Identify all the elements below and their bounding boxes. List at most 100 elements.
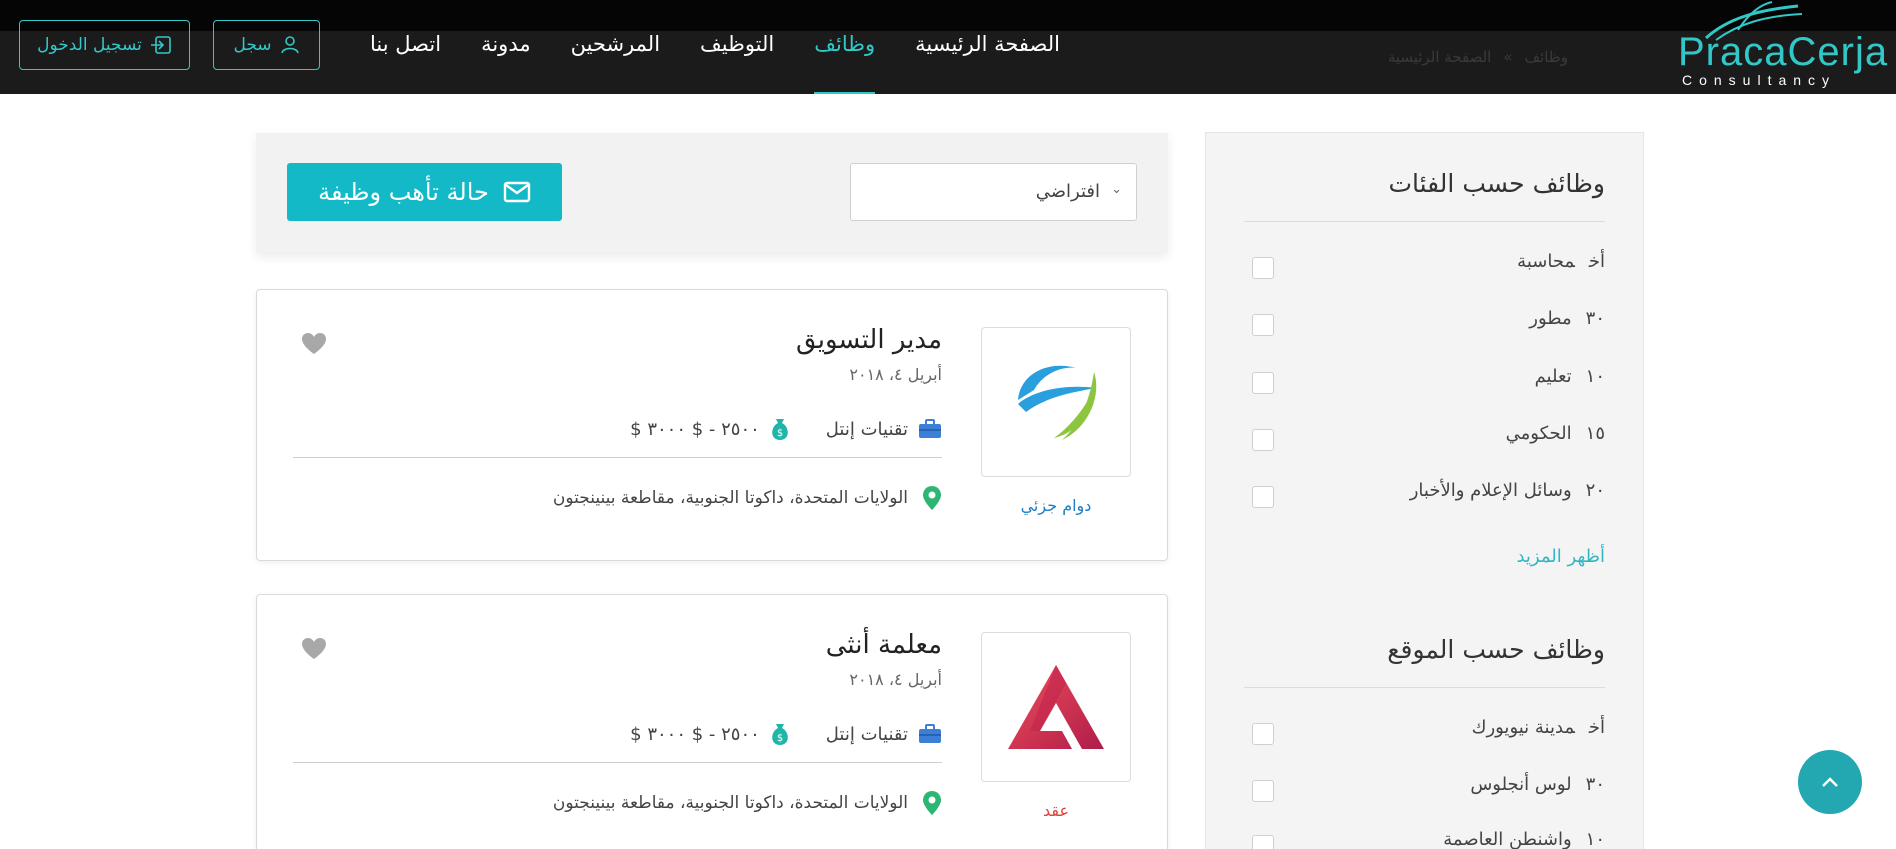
chevron-up-icon [1822, 777, 1838, 787]
category-checkbox[interactable] [1252, 257, 1274, 279]
job-type-label: دوام جزئي [1020, 496, 1092, 515]
divider [293, 762, 942, 763]
category-item[interactable]: ١٥ الحكومي [1244, 423, 1605, 453]
envelope-icon [503, 181, 531, 203]
money-bag-icon: $ [772, 724, 788, 745]
breadcrumb-separator: » [1503, 48, 1513, 66]
filter-sidebar: وظائف حسب الفئات أخ محاسبة ٣٠ مطور ١٠ تعليم… [1205, 132, 1644, 849]
location-label: مدينة نيويورك [1471, 717, 1575, 738]
category-label: مطور [1529, 308, 1572, 329]
company-name: تقنيات إنتل [825, 723, 908, 745]
category-item[interactable]: ٣٠ مطور [1244, 308, 1605, 338]
location-title: وظائف حسب الموقع [1387, 635, 1605, 664]
job-card[interactable]: دوام جزئي مدير التسويق أبريل ٤، ٢٠١٨ تقن… [256, 289, 1168, 561]
briefcase-icon [919, 419, 941, 438]
sort-value: افتراضي [1035, 181, 1100, 202]
job-date: أبريل ٤، ٢٠١٨ [849, 670, 942, 689]
category-label: الحكومي [1505, 423, 1572, 444]
location-count: ١٠ [1585, 829, 1605, 849]
location-label: لوس أنجلوس [1470, 774, 1572, 795]
location-text: الولايات المتحدة، داكوتا الجنوبية، مقاطع… [552, 488, 908, 508]
company-logo[interactable] [981, 327, 1131, 477]
location-text: الولايات المتحدة، داكوتا الجنوبية، مقاطع… [552, 793, 908, 813]
map-pin-icon [923, 486, 941, 510]
login-button[interactable]: تسجيل الدخول [19, 20, 190, 70]
job-title[interactable]: معلمة أنثى [826, 630, 942, 660]
category-label: وسائل الإعلام والأخبار [1409, 480, 1572, 501]
category-count: ٣٠ [1585, 308, 1605, 329]
salary-range: $ ٢٥٠٠ - $ ٣٠٠٠ [630, 418, 760, 440]
scroll-to-top-button[interactable] [1798, 750, 1862, 814]
nav-item-blog[interactable]: مدونة [461, 32, 551, 56]
site-header: وظائف » الصفحة الرئيسية PracaCerja Consult… [0, 0, 1896, 94]
category-count: أخ [1588, 251, 1605, 272]
category-count: ٢٠ [1585, 480, 1605, 501]
category-item[interactable]: ٢٠ وسائل الإعلام والأخبار [1244, 480, 1605, 510]
location-label: واشنطن العاصمة [1443, 829, 1572, 849]
show-more-link[interactable]: أظهر المزيد [1516, 546, 1605, 567]
category-count: ١٠ [1585, 366, 1605, 387]
job-title[interactable]: مدير التسويق [796, 325, 942, 355]
location-item[interactable]: ١٠ واشنطن العاصمة [1244, 829, 1605, 849]
category-item[interactable]: ١٠ تعليم [1244, 366, 1605, 396]
main-nav: الصفحة الرئيسية وظائف التوظيف المرشحين م… [350, 0, 1080, 94]
nav-item-recruitment[interactable]: التوظيف [680, 32, 794, 56]
location-count: أخ [1588, 717, 1605, 738]
nav-item-home[interactable]: الصفحة الرئيسية [895, 32, 1080, 56]
location-checkbox[interactable] [1252, 780, 1274, 802]
job-meta: تقنيات إنتل $ $ ٢٥٠٠ - $ ٣٠٠٠ [630, 721, 942, 747]
brand-tagline: Consultancy [1682, 72, 1837, 88]
category-checkbox[interactable] [1252, 314, 1274, 336]
job-type-label: عقد [1042, 801, 1070, 820]
sort-select[interactable]: افتراضي ⌄ [850, 163, 1137, 221]
location-item[interactable]: ٣٠ لوس أنجلوس [1244, 774, 1605, 804]
category-label: محاسبة [1517, 251, 1575, 272]
divider [293, 457, 942, 458]
location-item[interactable]: أخ مدينة نيويورك [1244, 717, 1605, 747]
job-alert-button[interactable]: حالة تأهب وظيفة [287, 163, 562, 221]
category-checkbox[interactable] [1252, 486, 1274, 508]
breadcrumb: وظائف » الصفحة الرئيسية [1382, 48, 1574, 66]
breadcrumb-home[interactable]: الصفحة الرئيسية [1388, 48, 1492, 66]
location-checkbox[interactable] [1252, 723, 1274, 745]
job-date: أبريل ٤، ٢٠١٨ [849, 365, 942, 384]
map-pin-icon [923, 791, 941, 815]
chevron-down-icon: ⌄ [1111, 182, 1122, 197]
job-location: الولايات المتحدة، داكوتا الجنوبية، مقاطع… [553, 485, 942, 511]
brand-logo[interactable]: PracaCerja Consultancy [1678, 0, 1887, 94]
nav-item-jobs[interactable]: وظائف [794, 32, 895, 94]
triangle-logo-icon [1008, 665, 1104, 749]
category-checkbox[interactable] [1252, 429, 1274, 451]
briefcase-icon [919, 724, 941, 743]
heart-icon[interactable] [301, 637, 327, 661]
category-count: ١٥ [1585, 423, 1605, 444]
company-logo[interactable] [981, 632, 1131, 782]
job-location: الولايات المتحدة، داكوتا الجنوبية، مقاطع… [553, 790, 942, 816]
job-meta: تقنيات إنتل $ $ ٢٥٠٠ - $ ٣٠٠٠ [630, 416, 942, 442]
company-name: تقنيات إنتل [825, 418, 908, 440]
heart-icon[interactable] [301, 332, 327, 356]
login-label: تسجيل الدخول [37, 35, 142, 55]
divider [1244, 687, 1605, 688]
category-item[interactable]: أخ محاسبة [1244, 251, 1605, 281]
svg-text:$: $ [777, 733, 783, 744]
register-button[interactable]: سجل [213, 20, 320, 70]
results-toolbar: افتراضي ⌄ حالة تأهب وظيفة [256, 133, 1168, 253]
job-card[interactable]: عقد معلمة أنثى أبريل ٤، ٢٠١٨ تقنيات إنتل… [256, 594, 1168, 849]
brand-name: PracaCerja [1678, 30, 1889, 74]
location-count: ٣٠ [1585, 774, 1605, 795]
salary-range: $ ٢٥٠٠ - $ ٣٠٠٠ [630, 723, 760, 745]
sign-in-icon [150, 36, 171, 54]
user-icon [280, 36, 299, 54]
location-checkbox[interactable] [1252, 835, 1274, 849]
register-label: سجل [233, 35, 272, 55]
categories-title: وظائف حسب الفئات [1388, 169, 1605, 198]
swirl-globe-logo-icon [1018, 365, 1097, 440]
nav-item-candidates[interactable]: المرشحين [551, 32, 680, 56]
money-bag-icon: $ [772, 419, 788, 440]
divider [1244, 221, 1605, 222]
category-checkbox[interactable] [1252, 372, 1274, 394]
breadcrumb-current: وظائف [1524, 48, 1568, 66]
job-alert-label: حالة تأهب وظيفة [318, 178, 489, 206]
nav-item-contact[interactable]: اتصل بنا [350, 32, 461, 56]
